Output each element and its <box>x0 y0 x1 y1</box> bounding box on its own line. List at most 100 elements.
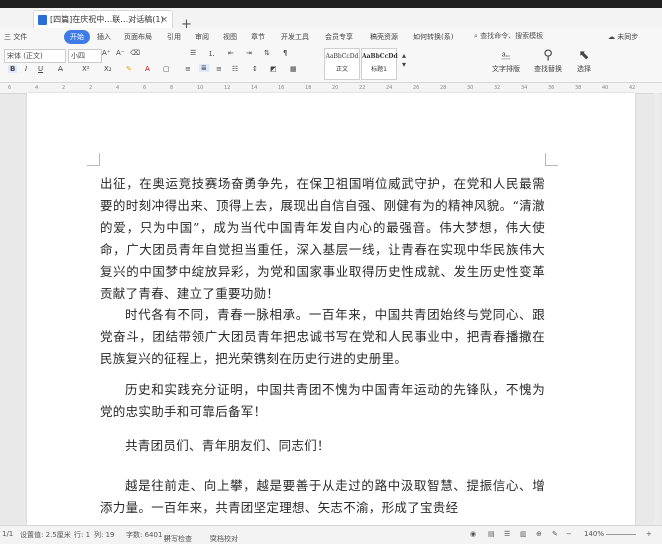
document-tab[interactable]: [四篇]在庆祝中…联…对话稿(1) × <box>33 10 173 28</box>
shading-icon[interactable]: ◩ <box>270 65 277 73</box>
shrink-font-icon[interactable]: A⁻ <box>116 49 124 57</box>
menu-file[interactable]: 三 文件 <box>4 32 27 42</box>
find-replace-button[interactable]: ⚲ 查找替换 <box>530 48 566 74</box>
font-color-icon[interactable]: A <box>145 65 150 73</box>
paragraph-border-icon[interactable]: ▦ <box>290 65 297 73</box>
sort-icon[interactable]: ⇅ <box>264 49 270 57</box>
close-tab-icon[interactable]: × <box>160 11 168 28</box>
ruler-tick-label: 16 <box>278 85 285 91</box>
cloud-sync-label: 未同步 <box>617 33 639 41</box>
zoom-out-button[interactable]: − <box>566 530 572 538</box>
style-heading-1-label: 标题1 <box>371 66 387 73</box>
outline-view-icon[interactable]: ☰ <box>504 530 510 538</box>
style-normal-label: 正文 <box>335 66 348 73</box>
ruler-tick-label: 40 <box>602 85 609 91</box>
strikethrough-icon[interactable]: A̶ <box>58 65 63 73</box>
tab-developer[interactable]: 开发工具 <box>281 32 309 42</box>
focus-view-icon[interactable]: ✎ <box>552 530 558 538</box>
clear-format-icon[interactable]: ⌫ <box>130 49 140 57</box>
ruler-tick-label: 6 <box>8 85 12 91</box>
status-setting[interactable]: 设置值: 2.5厘米 <box>20 530 71 540</box>
ruler-tick-label: 14 <box>251 85 258 91</box>
ruler-tick-label: 22 <box>359 85 366 91</box>
style-heading-1[interactable]: AaBbCcDd 标题1 <box>361 48 398 80</box>
tab-bar: [四篇]在庆祝中…联…对话稿(1) × + <box>0 8 662 32</box>
ruler-tick-label: 26 <box>413 85 420 91</box>
zoom-level[interactable]: 140% <box>584 530 604 538</box>
command-search[interactable]: ⌕ 查找命令、搜索模板 <box>474 30 594 42</box>
align-left-icon[interactable]: ≡ <box>185 65 191 73</box>
tab-member[interactable]: 会员专享 <box>325 32 353 42</box>
document-tab-title: [四篇]在庆祝中…联…对话稿(1) <box>50 15 164 24</box>
page-view-icon[interactable]: ▤ <box>488 530 495 538</box>
tab-start[interactable]: 开始 <box>64 30 90 44</box>
select-button[interactable]: ⬉ 选择 <box>566 48 602 74</box>
paragraph-3[interactable]: 历史和实践充分证明，中国共青团不愧为中国青年运动的先锋队，不愧为党的忠实助手和可… <box>100 379 545 423</box>
status-line: 行: 1 <box>74 531 91 539</box>
text-layout-label: 文字排版 <box>492 65 520 73</box>
zoom-slider[interactable] <box>606 534 636 535</box>
tab-review[interactable]: 审阅 <box>195 32 209 42</box>
decrease-indent-icon[interactable]: ⇤ <box>228 49 234 57</box>
bullet-list-icon[interactable]: ☰ <box>190 49 196 57</box>
ruler-tick-label: 4 <box>116 85 120 91</box>
ribbon-toolbar: 宋体 (正文) 小四 A⁺ A⁻ ⌫ B I U A̶ X² X₂ ✎ A ▢ … <box>0 45 662 83</box>
increase-indent-icon[interactable]: ⇥ <box>246 49 252 57</box>
tab-resources[interactable]: 稿壳资源 <box>370 32 398 42</box>
style-normal[interactable]: AaBbCcDd 正文 <box>324 48 360 80</box>
italic-button[interactable]: I <box>25 65 27 73</box>
status-page[interactable]: 1/1 <box>2 530 13 538</box>
status-column: 列: 19 <box>94 531 115 539</box>
font-name-select[interactable]: 宋体 (正文) <box>4 49 66 63</box>
subscript-icon[interactable]: X₂ <box>104 65 112 73</box>
ruler-tick-label: 10 <box>197 85 204 91</box>
highlight-icon[interactable]: ✎ <box>126 65 132 73</box>
ruler-tick-label: 20 <box>332 85 339 91</box>
tab-chapter[interactable]: 章节 <box>251 32 265 42</box>
border-icon[interactable]: ▢ <box>163 65 170 73</box>
tab-convert[interactable]: 如何转换(系) <box>413 32 453 42</box>
paragraph-2[interactable]: 时代各有不同，青春一脉相承。一百年来，中国共青团始终与党同心、跟党奋斗，团结带领… <box>100 304 545 370</box>
text-layout-button[interactable]: ⎁ 文字排版 <box>488 48 524 74</box>
tab-references[interactable]: 引用 <box>167 32 181 42</box>
find-replace-label: 查找替换 <box>534 65 562 73</box>
margin-corner-top-right <box>545 153 558 166</box>
title-bar <box>0 0 662 8</box>
ruler-tick-label: 2 <box>89 85 93 91</box>
bold-button[interactable]: B <box>8 65 18 73</box>
ruler-tick-label: 28 <box>440 85 447 91</box>
font-size-select[interactable]: 小四 <box>68 49 102 63</box>
document-page[interactable]: 出征，在奥运竞技赛场奋勇争先，在保卫祖国哨位威武守护，在党和人民最需要的时刻冲得… <box>27 93 635 525</box>
tab-view[interactable]: 视图 <box>223 32 237 42</box>
style-gallery-scroll-icon[interactable]: ▴ ▾ <box>402 51 406 69</box>
select-label: 选择 <box>577 65 591 73</box>
status-word-count[interactable]: 字数: 6401 <box>126 530 162 540</box>
ruler-tick-label: 36 <box>548 85 555 91</box>
superscript-icon[interactable]: X² <box>82 65 90 73</box>
vertical-scrollbar[interactable] <box>654 93 660 525</box>
align-justify-icon[interactable]: ≣ <box>199 64 209 72</box>
paragraph-5[interactable]: 越是往前走、向上攀，越是要善于从走过的路中汲取智慧、提振信心、增添力量。一百年来… <box>100 475 545 519</box>
numbered-list-icon[interactable]: ⒈ <box>208 49 215 59</box>
eye-mode-icon[interactable]: ◉ <box>470 530 476 538</box>
ruler-tick-label: 2 <box>62 85 66 91</box>
ruler-tick-label: 32 <box>494 85 501 91</box>
ruler-tick-label: 4 <box>35 85 39 91</box>
read-view-icon[interactable]: ▥ <box>520 530 527 538</box>
web-view-icon[interactable]: ⊕ <box>536 530 542 538</box>
align-right-icon[interactable]: ≡ <box>216 65 222 73</box>
underline-button[interactable]: U <box>38 65 43 73</box>
distribute-icon[interactable]: ☷ <box>232 65 238 73</box>
cloud-sync-status[interactable]: ☁ 未同步 <box>608 32 638 42</box>
tab-insert[interactable]: 插入 <box>97 32 111 42</box>
paragraph-4[interactable]: 共青团员们、青年朋友们、同志们！ <box>100 435 545 457</box>
ruler-tick-label: 12 <box>224 85 231 91</box>
style-heading-1-sample: AaBbCcDd <box>362 53 398 60</box>
paragraph-1[interactable]: 出征，在奥运竞技赛场奋勇争先，在保卫祖国哨位威武守护，在党和人民最需要的时刻冲得… <box>100 173 545 305</box>
tab-layout[interactable]: 页面布局 <box>124 32 152 42</box>
grow-font-icon[interactable]: A⁺ <box>102 49 110 57</box>
line-spacing-icon[interactable]: ↕ <box>252 65 258 73</box>
search-icon: ⌕ <box>474 32 478 40</box>
show-marks-icon[interactable]: ¶ <box>283 49 287 57</box>
zoom-in-button[interactable]: + <box>646 530 652 538</box>
